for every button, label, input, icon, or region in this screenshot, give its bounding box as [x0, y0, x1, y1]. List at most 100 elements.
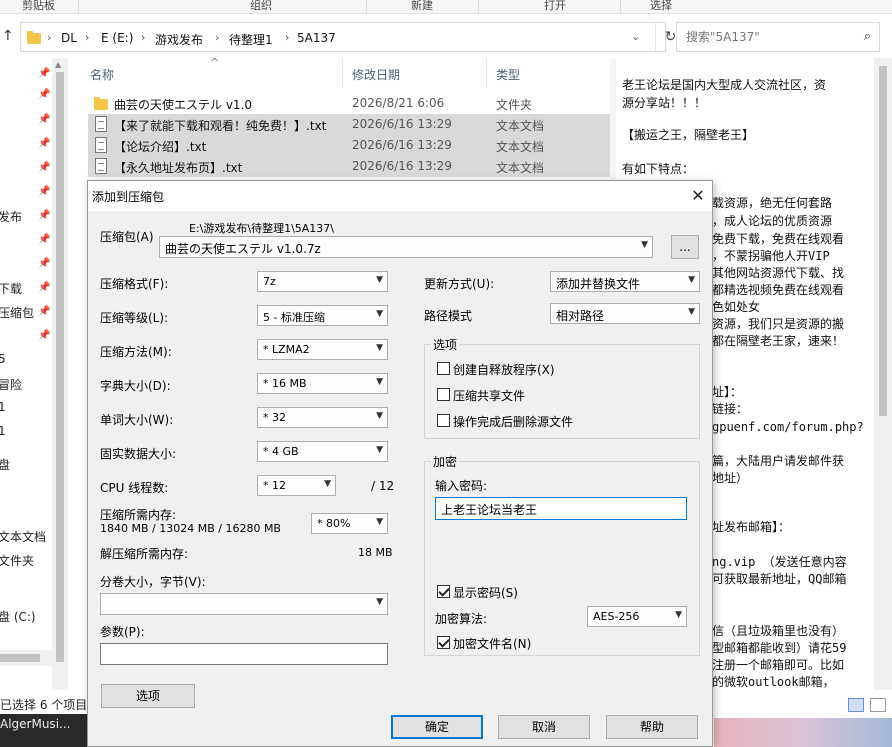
details-view-icon[interactable]: [848, 698, 864, 712]
nav-item[interactable]: 文件夹: [0, 552, 34, 569]
chevron-down-icon[interactable]: ▼: [688, 275, 695, 285]
chevron-down-icon[interactable]: ▼: [688, 307, 695, 317]
scrollbar-thumb[interactable]: [879, 66, 887, 416]
column-header-type[interactable]: 类型: [496, 66, 520, 83]
column-divider[interactable]: [486, 58, 487, 88]
breadcrumb-current[interactable]: 5A137: [297, 31, 336, 45]
large-icons-view-icon[interactable]: [870, 698, 886, 712]
solid-size-select[interactable]: * 4 GB ▼: [257, 441, 388, 462]
word-size-select[interactable]: * 32 ▼: [257, 407, 388, 428]
nav-item[interactable]: 5: [0, 352, 6, 366]
taskbar-app-label[interactable]: AlgerMusi...: [0, 717, 70, 731]
file-row[interactable]: 【论坛介绍】.txt 2026/6/16 13:29 文本文档: [88, 135, 612, 156]
chevron-down-icon[interactable]: ▼: [376, 275, 383, 285]
pin-icon[interactable]: 📌: [38, 282, 50, 293]
memory-percent-select[interactable]: * 80% ▼: [311, 513, 388, 534]
pin-icon[interactable]: 📌: [38, 162, 50, 173]
chevron-down-icon[interactable]: ▼: [324, 479, 331, 489]
ribbon-group-new[interactable]: 新建: [411, 0, 433, 13]
threads-select[interactable]: * 12 ▼: [257, 475, 336, 496]
pin-icon[interactable]: 📌: [38, 114, 50, 125]
preview-scrollbar[interactable]: [874, 58, 892, 698]
path-mode-select[interactable]: 相对路径 ▼: [550, 303, 700, 324]
pin-icon[interactable]: 📌: [38, 186, 50, 197]
format-select[interactable]: 7z ▼: [257, 271, 388, 292]
nav-item[interactable]: 下载: [0, 280, 22, 297]
password-input[interactable]: 上老王论坛当老王: [435, 497, 687, 520]
encrypt-names-checkbox[interactable]: [437, 636, 450, 649]
ok-button[interactable]: 确定: [391, 715, 483, 739]
search-box[interactable]: ⌕: [676, 22, 880, 52]
options-button[interactable]: 选项: [101, 684, 195, 708]
delete-after-label[interactable]: 操作完成后删除源文件: [453, 413, 573, 430]
shared-files-label[interactable]: 压缩共享文件: [453, 387, 525, 404]
chevron-down-icon[interactable]: ▼: [376, 309, 383, 319]
up-arrow-icon[interactable]: ↑: [2, 28, 14, 44]
close-icon[interactable]: ✕: [685, 183, 711, 209]
nav-scrollbar[interactable]: ▲: [52, 58, 68, 708]
encrypt-names-label[interactable]: 加密文件名(N): [453, 635, 531, 652]
breadcrumb-drive-e[interactable]: E (E:): [101, 31, 133, 45]
address-box[interactable]: › DL › E (E:) › 游戏发布 › 待整理1 › 5A137 ⌄ ↻: [20, 22, 676, 52]
show-password-label[interactable]: 显示密码(S): [453, 584, 518, 601]
update-mode-select[interactable]: 添加并替换文件 ▼: [550, 271, 700, 292]
chevron-down-icon[interactable]: ▼: [376, 411, 383, 421]
nav-item[interactable]: 1: [0, 400, 6, 414]
nav-item[interactable]: 文本文档: [0, 528, 46, 545]
search-input[interactable]: [677, 23, 847, 51]
ribbon-group-clipboard[interactable]: 剪贴板: [22, 0, 55, 13]
file-row[interactable]: 曲芸の天使エステル v1.0 2026/8/21 6:06 文件夹: [88, 93, 612, 114]
chevron-down-icon[interactable]: ▼: [376, 517, 383, 527]
encryption-method-select[interactable]: AES-256 ▼: [587, 606, 687, 627]
nav-item[interactable]: 发布: [0, 208, 22, 225]
scrollbar-thumb[interactable]: [56, 72, 64, 662]
cancel-button[interactable]: 取消: [498, 715, 590, 739]
breadcrumb-dl[interactable]: DL: [61, 31, 77, 45]
chevron-down-icon[interactable]: ▼: [641, 240, 648, 250]
breadcrumb-pending[interactable]: 待整理1: [229, 31, 273, 48]
help-button[interactable]: 帮助: [606, 715, 698, 739]
pin-icon[interactable]: 📌: [38, 210, 50, 221]
chevron-down-icon[interactable]: ▼: [376, 377, 383, 387]
pin-icon[interactable]: 📌: [38, 89, 50, 100]
nav-horizontal-scrollbar[interactable]: [0, 650, 52, 666]
chevron-down-icon[interactable]: ⌄: [631, 30, 640, 43]
parameters-input[interactable]: [100, 643, 388, 665]
scrollbar-thumb[interactable]: [0, 654, 40, 662]
nav-item[interactable]: 盘: [0, 456, 10, 473]
split-size-combo[interactable]: ▼: [100, 593, 388, 615]
pin-icon[interactable]: 📌: [38, 234, 50, 245]
dictionary-select[interactable]: * 16 MB ▼: [257, 373, 388, 394]
chevron-down-icon[interactable]: ▼: [376, 445, 383, 455]
nav-item[interactable]: 冒险: [0, 376, 22, 393]
level-select[interactable]: 5 - 标准压缩 ▼: [257, 305, 388, 326]
ribbon-group-select[interactable]: 选择: [650, 0, 672, 13]
breadcrumb-game-release[interactable]: 游戏发布: [155, 31, 203, 48]
ribbon-group-organize[interactable]: 组织: [250, 0, 272, 13]
sfx-checkbox[interactable]: [437, 362, 450, 375]
column-divider[interactable]: [342, 58, 343, 88]
delete-after-checkbox[interactable]: [437, 414, 450, 427]
pin-icon[interactable]: 📌: [38, 306, 50, 317]
file-row[interactable]: 【来了就能下载和观看！纯免费！】.txt 2026/6/16 13:29 文本文…: [88, 114, 612, 135]
file-row[interactable]: 【永久地址发布页】.txt 2026/6/16 13:29 文本文档: [88, 156, 612, 177]
search-icon[interactable]: ⌕: [864, 29, 871, 44]
show-password-checkbox[interactable]: [437, 585, 450, 598]
ribbon-group-open[interactable]: 打开: [544, 0, 566, 13]
pin-icon[interactable]: 📌: [38, 68, 50, 79]
chevron-down-icon[interactable]: ▼: [376, 597, 383, 607]
method-select[interactable]: * LZMA2 ▼: [257, 339, 388, 360]
pin-icon[interactable]: 📌: [38, 258, 50, 269]
nav-item[interactable]: 压缩包: [0, 304, 34, 321]
shared-files-checkbox[interactable]: [437, 388, 450, 401]
nav-item-drive-c[interactable]: 盘 (C:): [0, 608, 36, 625]
dialog-titlebar[interactable]: 添加到压缩包 ✕: [88, 181, 712, 211]
browse-button[interactable]: ...: [671, 235, 699, 259]
chevron-down-icon[interactable]: ▼: [675, 610, 682, 620]
column-header-date[interactable]: 修改日期: [352, 66, 400, 83]
pin-icon[interactable]: 📌: [38, 138, 50, 149]
column-header-name[interactable]: 名称: [90, 66, 114, 83]
archive-name-combo[interactable]: 曲芸の天使エステル v1.0.7z ▼: [159, 236, 653, 258]
sfx-label[interactable]: 创建自释放程序(X): [453, 361, 555, 378]
chevron-down-icon[interactable]: ▼: [376, 343, 383, 353]
